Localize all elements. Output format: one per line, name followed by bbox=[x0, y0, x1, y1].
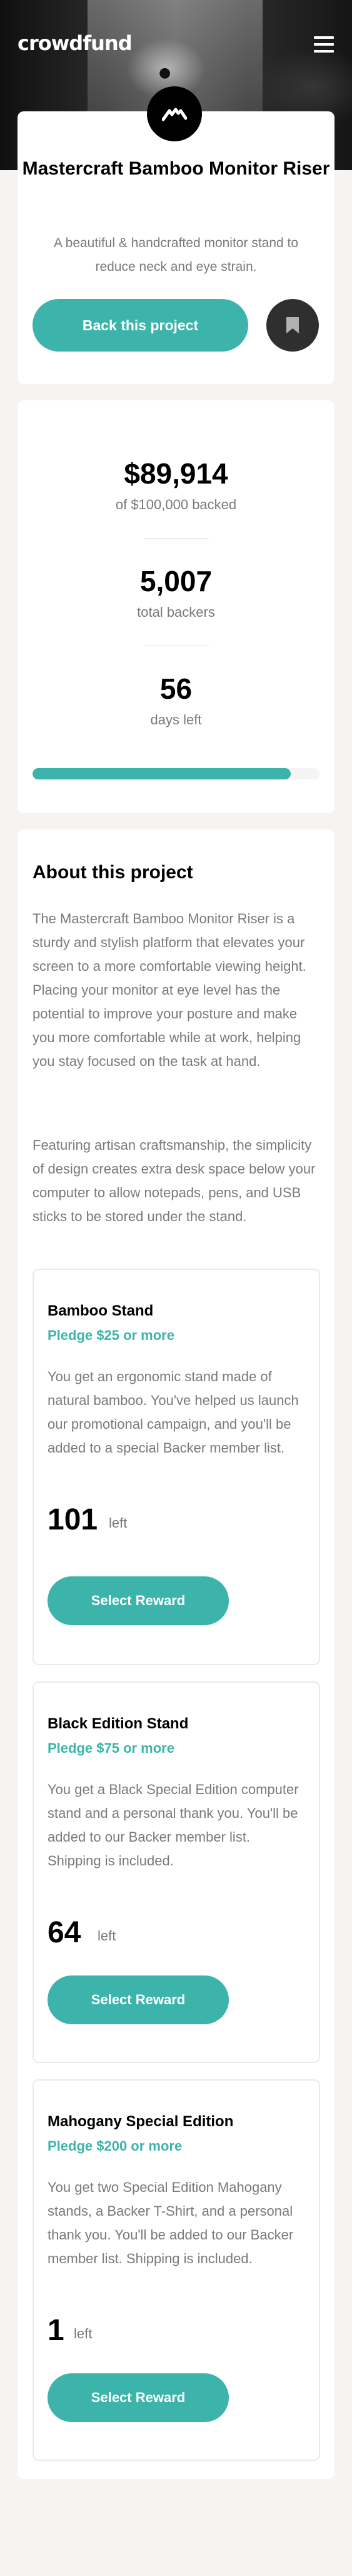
reward-card-mahogany-edition: Mahogany Special Edition Pledge $200 or … bbox=[33, 2079, 320, 2461]
reward-pledge: Pledge $25 or more bbox=[48, 1327, 174, 1343]
total-backers-label: total backers bbox=[137, 604, 215, 620]
reward-count: 101 bbox=[48, 1503, 98, 1536]
reward-pledge: Pledge $75 or more bbox=[48, 1740, 174, 1756]
about-paragraph: Featuring artisan craftsmanship, the sim… bbox=[33, 1137, 316, 1224]
progress-bar bbox=[33, 768, 319, 779]
bookmark-button[interactable] bbox=[266, 299, 319, 352]
stats-card: $89,914 of $100,000 backed 5,007 total b… bbox=[18, 400, 334, 813]
total-backers: 5,007 bbox=[139, 565, 213, 597]
about-title: About this project bbox=[33, 862, 193, 883]
select-reward-button[interactable]: Select Reward bbox=[48, 1975, 229, 2024]
reward-description: You get a Black Special Edition computer… bbox=[48, 1782, 299, 1869]
site-logo[interactable]: crowdfund bbox=[18, 31, 133, 55]
reward-pledge: Pledge $200 or more bbox=[48, 2138, 183, 2154]
about-card: About this project The Mastercraft Bambo… bbox=[18, 829, 334, 2479]
reward-name: Bamboo Stand bbox=[48, 1302, 154, 1319]
project-description: A beautiful & handcrafted monitor stand … bbox=[53, 236, 299, 274]
mastercraft-logo-icon bbox=[147, 86, 202, 141]
divider bbox=[144, 538, 209, 539]
reward-name: Black Edition Stand bbox=[48, 1715, 189, 1732]
select-reward-button[interactable]: Select Reward bbox=[48, 2373, 229, 2422]
days-left: 56 bbox=[159, 672, 193, 705]
reward-description: You get an ergonomic stand made of natur… bbox=[48, 1369, 299, 1456]
reward-left-label: left bbox=[98, 1928, 116, 1944]
progress-bar-fill bbox=[33, 768, 291, 779]
reward-name: Mahogany Special Edition bbox=[48, 2113, 234, 2130]
reward-left-label: left bbox=[109, 1515, 128, 1531]
reward-left-label: left bbox=[74, 2326, 93, 2341]
intro-card: Mastercraft Bamboo Monitor Riser A beaut… bbox=[18, 86, 334, 384]
reward-card-black-edition: Black Edition Stand Pledge $75 or more Y… bbox=[33, 1681, 320, 2063]
reward-card-bamboo-stand: Bamboo Stand Pledge $25 or more You get … bbox=[33, 1269, 320, 1665]
amount-backed-label: of $100,000 backed bbox=[115, 497, 237, 512]
back-project-button[interactable]: Back this project bbox=[33, 299, 248, 352]
apple-logo-icon: ● bbox=[159, 65, 171, 81]
reward-count: 1 bbox=[48, 2314, 64, 2347]
days-left-label: days left bbox=[150, 712, 202, 728]
select-reward-button[interactable]: Select Reward bbox=[48, 1576, 229, 1625]
bookmark-icon bbox=[286, 317, 299, 333]
amount-backed: $89,914 bbox=[124, 457, 228, 490]
reward-count: 64 bbox=[48, 1916, 81, 1949]
hamburger-menu-icon[interactable] bbox=[314, 36, 334, 53]
reward-description: You get two Special Edition Mahogany sta… bbox=[48, 2179, 294, 2266]
about-paragraph: The Mastercraft Bamboo Monitor Riser is … bbox=[33, 911, 306, 1069]
project-title: Mastercraft Bamboo Monitor Riser bbox=[22, 158, 330, 179]
